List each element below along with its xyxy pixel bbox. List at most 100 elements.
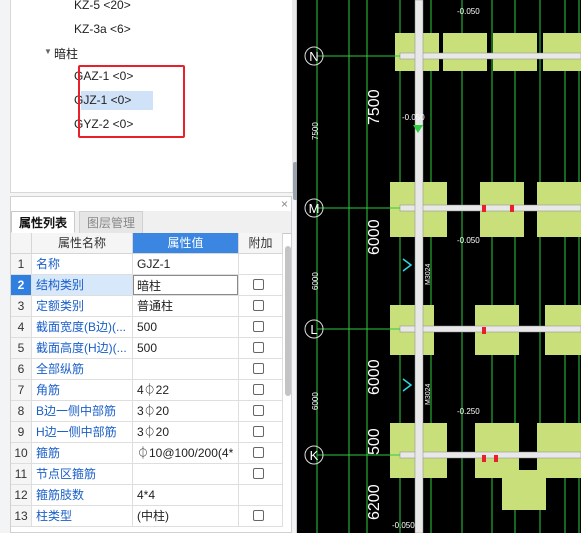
door-tag: M3024 bbox=[425, 263, 432, 285]
tree-item-kz3a[interactable]: KZ-3a <6> bbox=[74, 22, 131, 36]
property-row[interactable]: 2 结构类别 暗柱 bbox=[11, 275, 283, 296]
extra-checkbox[interactable] bbox=[253, 384, 264, 395]
level-label: -0.250 bbox=[457, 407, 480, 416]
property-name: 箍筋肢数 bbox=[32, 485, 133, 506]
dimension-label: 7500 bbox=[366, 89, 383, 125]
column-pad bbox=[443, 33, 487, 71]
property-name: B边一侧中部筋 bbox=[32, 401, 133, 422]
floor-plan-drawing: N M L K 7500 6000 6000 500 6200 7500 6000 6000 -0.05… bbox=[304, 0, 581, 533]
expand-arrow-icon[interactable]: ▼ bbox=[44, 47, 52, 56]
property-value[interactable]: 普通柱 bbox=[133, 296, 239, 317]
extra-cell bbox=[239, 401, 283, 422]
beam bbox=[399, 325, 581, 333]
property-row[interactable]: 12 箍筋肢数 4*4 bbox=[11, 485, 283, 506]
rebar-mark bbox=[482, 455, 486, 462]
dimension-label: 6000 bbox=[366, 359, 383, 395]
property-row[interactable]: 5 截面高度(H边)(... 500 bbox=[11, 338, 283, 359]
value-editor[interactable]: 暗柱 bbox=[133, 275, 238, 295]
axis-label: N bbox=[309, 49, 318, 64]
header-name: 属性名称 bbox=[32, 233, 133, 254]
property-name: 角筋 bbox=[32, 380, 133, 401]
extra-cell bbox=[239, 422, 283, 443]
property-row[interactable]: 1 名称 GJZ-1 bbox=[11, 254, 283, 275]
property-name: 定额类别 bbox=[32, 296, 133, 317]
row-index: 9 bbox=[11, 422, 32, 443]
value-text: ⏀10@100/200(4* bbox=[137, 446, 234, 460]
beam bbox=[399, 52, 581, 60]
extra-cell bbox=[239, 443, 283, 464]
property-row[interactable]: 9 H边一侧中部筋 3⏀20 bbox=[11, 422, 283, 443]
extra-checkbox[interactable] bbox=[253, 363, 264, 374]
property-row[interactable]: 3 定额类别 普通柱 bbox=[11, 296, 283, 317]
property-value[interactable]: GJZ-1 bbox=[133, 254, 239, 275]
tab-property-list[interactable]: 属性列表 bbox=[11, 211, 76, 233]
beam bbox=[399, 451, 581, 459]
property-row[interactable]: 13 柱类型 (中柱) bbox=[11, 506, 283, 527]
property-name: 截面宽度(B边)(... bbox=[32, 317, 133, 338]
extra-checkbox[interactable] bbox=[253, 468, 264, 479]
property-value[interactable]: 3⏀20 bbox=[133, 422, 239, 443]
extra-cell bbox=[239, 359, 283, 380]
close-icon[interactable]: × bbox=[281, 197, 288, 211]
column-pad bbox=[502, 470, 546, 510]
extra-checkbox[interactable] bbox=[253, 426, 264, 437]
extra-checkbox[interactable] bbox=[253, 279, 264, 290]
property-value[interactable]: 4⏀22 bbox=[133, 380, 239, 401]
tree-group-hidden-column[interactable]: 暗柱 bbox=[54, 45, 78, 62]
property-value[interactable] bbox=[133, 359, 239, 380]
extra-cell bbox=[239, 506, 283, 527]
header-value[interactable]: 属性值 bbox=[133, 233, 239, 254]
rebar-mark bbox=[482, 205, 486, 212]
property-name: 全部纵筋 bbox=[32, 359, 133, 380]
property-value[interactable]: 500 bbox=[133, 317, 239, 338]
extra-cell bbox=[239, 380, 283, 401]
extra-checkbox[interactable] bbox=[253, 321, 264, 332]
property-row[interactable]: 7 角筋 4⏀22 bbox=[11, 380, 283, 401]
property-row[interactable]: 8 B边一侧中部筋 3⏀20 bbox=[11, 401, 283, 422]
rebar-mark bbox=[510, 205, 514, 212]
extra-checkbox[interactable] bbox=[253, 342, 264, 353]
extra-checkbox[interactable] bbox=[253, 510, 264, 521]
extra-checkbox[interactable] bbox=[253, 405, 264, 416]
grid-scrollbar[interactable] bbox=[285, 246, 291, 396]
dimension-label: 6000 bbox=[366, 219, 383, 255]
rebar-mark bbox=[494, 455, 498, 462]
property-value[interactable]: ⏀10@100/200(4* bbox=[133, 443, 239, 464]
cad-drawing-canvas[interactable]: N M L K 7500 6000 6000 500 6200 7500 6000 6000 -0.05… bbox=[297, 0, 581, 533]
extra-cell bbox=[239, 464, 283, 485]
property-value[interactable]: (中柱) bbox=[133, 506, 239, 527]
tree-item-kz5[interactable]: KZ-5 <20> bbox=[74, 0, 131, 12]
extra-checkbox[interactable] bbox=[253, 300, 264, 311]
property-name: H边一侧中部筋 bbox=[32, 422, 133, 443]
row-index: 1 bbox=[11, 254, 32, 275]
property-value[interactable]: 暗柱 bbox=[133, 275, 239, 296]
property-value[interactable]: 4*4 bbox=[133, 485, 239, 506]
column-pad bbox=[493, 33, 537, 71]
property-value[interactable] bbox=[133, 464, 239, 485]
property-value[interactable]: 500 bbox=[133, 338, 239, 359]
extra-checkbox[interactable] bbox=[253, 447, 264, 458]
row-index: 3 bbox=[11, 296, 32, 317]
property-row[interactable]: 11 节点区箍筋 bbox=[11, 464, 283, 485]
property-row[interactable]: 4 截面宽度(B边)(... 500 bbox=[11, 317, 283, 338]
value-text: GJZ-1 bbox=[137, 257, 171, 271]
property-name: 节点区箍筋 bbox=[32, 464, 133, 485]
row-index: 10 bbox=[11, 443, 32, 464]
small-dimension-label: 7500 bbox=[311, 122, 320, 140]
property-name: 截面高度(H边)(... bbox=[32, 338, 133, 359]
header-extra: 附加 bbox=[239, 233, 283, 254]
panel-tabs: 属性列表 图层管理 bbox=[11, 211, 291, 234]
column-pad bbox=[475, 423, 519, 478]
property-value[interactable]: 3⏀20 bbox=[133, 401, 239, 422]
extra-cell bbox=[239, 254, 283, 275]
property-row[interactable]: 10 箍筋 ⏀10@100/200(4* bbox=[11, 443, 283, 464]
column-pad bbox=[537, 423, 581, 478]
door-symbol bbox=[402, 378, 413, 392]
property-name: 名称 bbox=[32, 254, 133, 275]
value-text: 4*4 bbox=[137, 488, 156, 502]
door-symbol bbox=[402, 258, 413, 272]
row-index: 13 bbox=[11, 506, 32, 527]
property-name: 结构类别 bbox=[32, 275, 133, 296]
tab-layer-management[interactable]: 图层管理 bbox=[79, 211, 144, 233]
property-row[interactable]: 6 全部纵筋 bbox=[11, 359, 283, 380]
